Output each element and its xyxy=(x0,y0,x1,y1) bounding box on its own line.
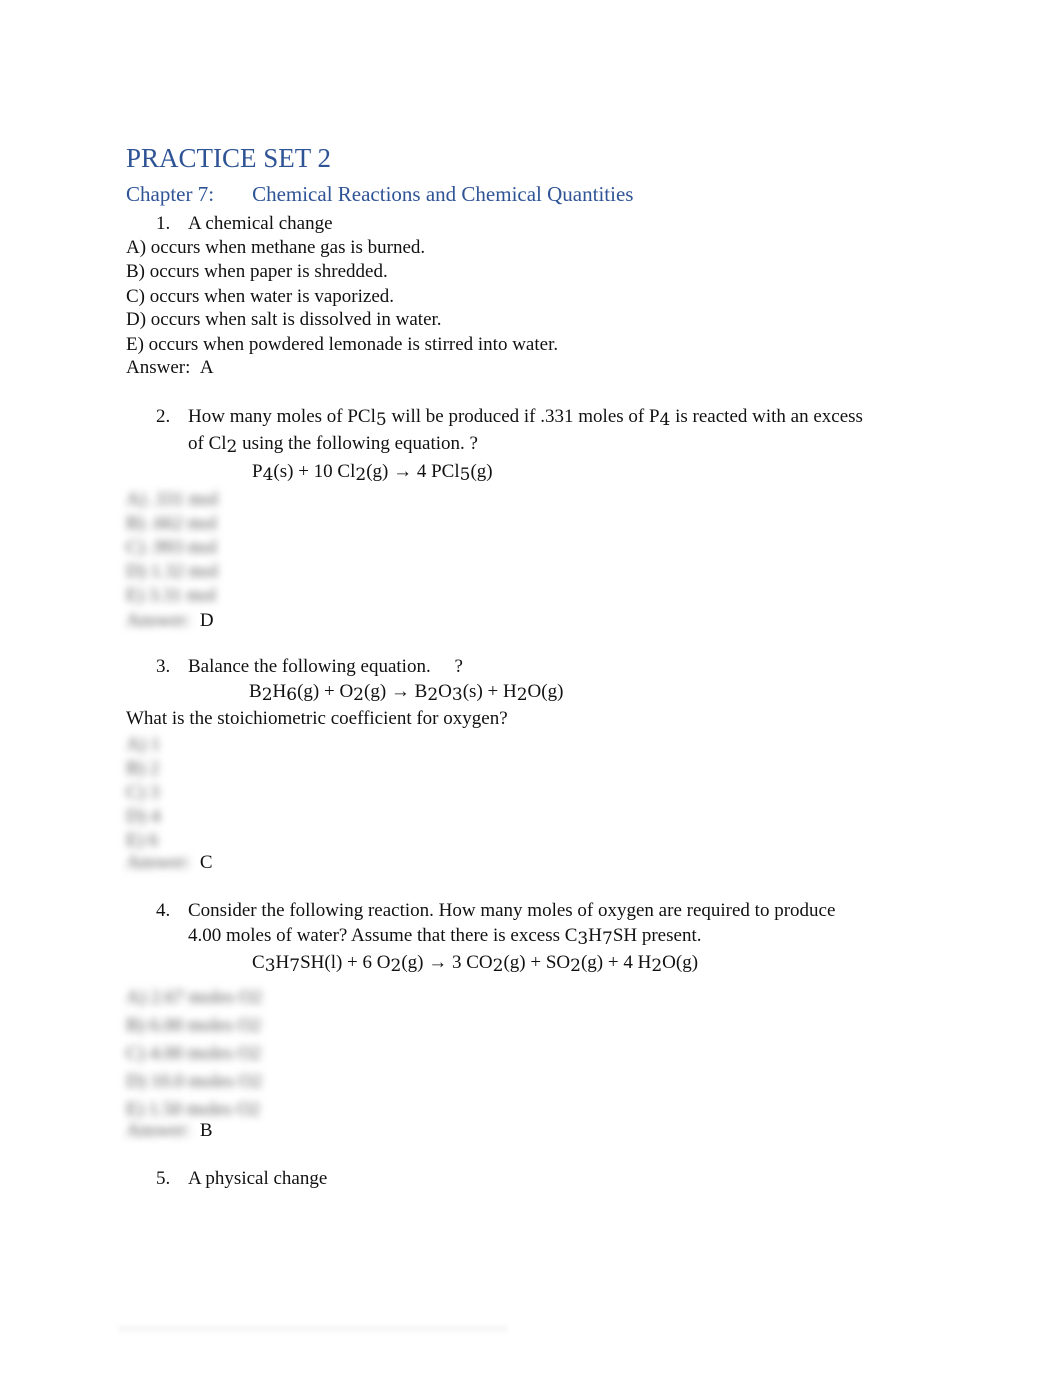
question-2-equation: P4(s) + 10 Cl2(g) → 4 PCl5(g) xyxy=(252,461,493,485)
document-page: PRACTICE SET 2 Chapter 7: Chemical Reacti… xyxy=(0,0,1062,1377)
question-4-stem: 4. Consider the following reaction. How m… xyxy=(156,900,836,921)
question-4-answer: Answer: B xyxy=(126,1120,213,1141)
question-5-stem: 5. A physical change xyxy=(156,1168,328,1189)
question-2-stem: 2. How many moles of PCl5 will be produce… xyxy=(156,406,863,430)
chapter-heading: Chapter 7: Chemical Reactions and Chemica… xyxy=(126,182,633,207)
question-1-option-d: D) occurs when salt is dissolved in wate… xyxy=(126,309,442,330)
page-footer-shadow xyxy=(118,1326,508,1334)
question-3-stem: 3. Balance the following equation. ? xyxy=(156,656,463,677)
question-2-options-blurred: A) .331 mol B) .662 mol C) .993 mol D) 1.32… xyxy=(126,489,219,606)
question-3-answer: Answer: C xyxy=(126,852,213,873)
chapter-name: Chemical Reactions and Chemical Quantiti… xyxy=(252,182,634,206)
page-title: PRACTICE SET 2 xyxy=(126,143,332,173)
question-1-option-c: C) occurs when water is vaporized. xyxy=(126,286,395,307)
question-3-follow-up: What is the stoichiometric coefficient f… xyxy=(126,708,508,729)
question-3-equation: B2H6(g) + O2(g) → B2O3(s) + H2O(g) xyxy=(249,681,564,705)
question-1-option-b: B) occurs when paper is shredded. xyxy=(126,261,388,282)
chapter-label: Chapter 7: xyxy=(126,182,215,206)
question-1-option-a: A) occurs when methane gas is burned. xyxy=(126,237,426,258)
question-1-stem: 1. A chemical change xyxy=(156,213,333,234)
question-4-options-blurred: A) 2.67 moles O2 B) 6.00 moles O2 C) 4.00 … xyxy=(126,987,263,1120)
question-1-answer: Answer: A xyxy=(126,357,214,378)
question-2-answer: Answer: D xyxy=(126,610,214,631)
question-1-option-e: E) occurs when powdered lemonade is stir… xyxy=(126,334,559,355)
question-2-stem-line2: of Cl2 using the following equation. ? xyxy=(188,433,478,457)
question-4-equation: C3H7SH(l) + 6 O2(g) → 3 CO2(g) + SO2(g) … xyxy=(252,952,699,976)
question-3-options-blurred: A) 1 B) 2 C) 3 D) 4 E) 6 xyxy=(126,734,161,851)
question-4-stem-line2: 4.00 moles of water? Assume that there i… xyxy=(188,925,702,949)
